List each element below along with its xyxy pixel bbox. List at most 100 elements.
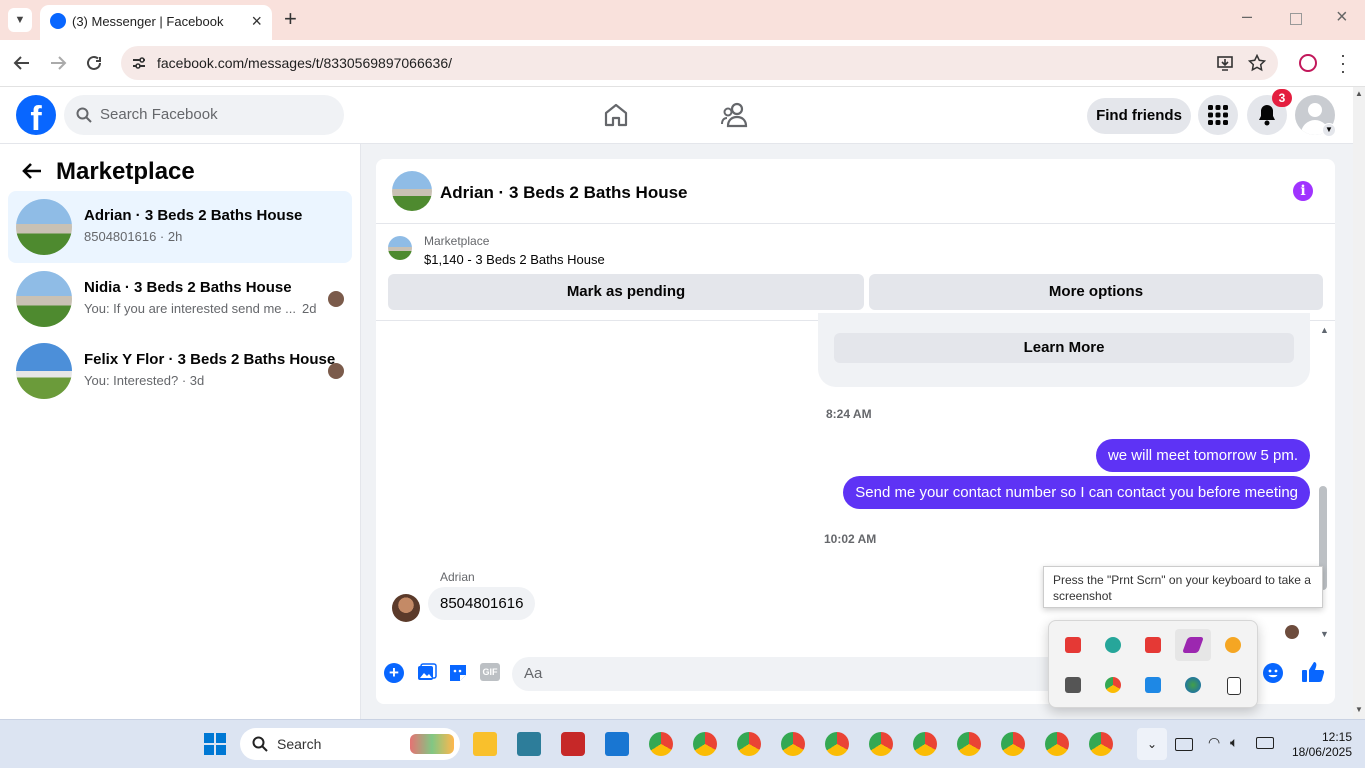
listing-bar: Marketplace $1,140 - 3 Beds 2 Baths Hous… (376, 224, 1335, 321)
scroll-down-icon[interactable]: ▼ (1320, 629, 1329, 639)
facebook-logo-icon[interactable]: f (16, 95, 56, 135)
tab-search-chevron-icon[interactable]: ▼ (8, 8, 32, 32)
usb-icon[interactable] (1227, 677, 1241, 695)
file-explorer-icon[interactable] (473, 732, 497, 756)
cloud-app-icon[interactable] (1225, 637, 1241, 653)
chat-avatar[interactable] (392, 171, 432, 211)
incoming-message[interactable]: 8504801616 (428, 587, 536, 620)
clock-time: 12:15 (1321, 730, 1352, 744)
like-thumb-icon[interactable] (1301, 660, 1325, 684)
tab-close-icon[interactable]: × (251, 11, 262, 32)
conversation-snippet: 8504801616 · 2h (84, 229, 183, 244)
profile-icon[interactable] (1299, 54, 1317, 72)
listing-label: Marketplace (424, 234, 490, 248)
chrome-menu-icon[interactable]: · · · (1340, 46, 1346, 80)
facebook-favicon-icon (50, 13, 66, 29)
address-bar[interactable]: facebook.com/messages/t/8330569897066636… (121, 46, 1278, 80)
conversation-item[interactable]: Adrian · 3 Beds 2 Baths House 8504801616… (8, 191, 352, 263)
video-app-icon[interactable] (561, 732, 585, 756)
sticker-icon[interactable] (448, 663, 468, 683)
page-scrollbar[interactable]: ▲ ▼ (1353, 87, 1365, 719)
browser-tab[interactable]: (3) Messenger | Facebook × (40, 5, 272, 40)
seen-avatar (328, 363, 344, 379)
start-windows-icon[interactable] (204, 733, 226, 755)
chrome-taskbar-icon[interactable] (913, 732, 937, 756)
notification-badge: 3 (1272, 89, 1292, 107)
notepad-icon[interactable] (605, 732, 629, 756)
learn-more-button[interactable]: Learn More (834, 333, 1294, 363)
listing-price[interactable]: $1,140 - 3 Beds 2 Baths House (424, 252, 605, 267)
emoji-icon[interactable] (1263, 663, 1283, 683)
chrome-tray-icon[interactable] (1105, 677, 1121, 693)
menu-grid-button[interactable] (1198, 95, 1238, 135)
search-highlight-icon (410, 734, 454, 754)
chrome-taskbar-icon[interactable] (957, 732, 981, 756)
chrome-taskbar-icon[interactable] (781, 732, 805, 756)
gif-icon[interactable]: GIF (480, 663, 500, 681)
screen-app-icon[interactable] (1145, 637, 1161, 653)
taskbar-clock[interactable]: 12:15 18/06/2025 (1290, 730, 1352, 760)
browser-tab-strip: ▼ (3) Messenger | Facebook × + – × (0, 0, 1365, 40)
message-input-placeholder: Aa (524, 665, 543, 682)
conversation-item[interactable]: Nidia · 3 Beds 2 Baths House You: If you… (8, 263, 352, 335)
sender-name: Adrian (440, 570, 475, 584)
search-icon (252, 736, 268, 752)
conversation-snippet: You: If you are interested send me ... (84, 301, 296, 316)
install-app-icon[interactable] (1216, 54, 1234, 72)
listing-thumbnail (16, 271, 72, 327)
new-tab-icon[interactable]: + (284, 6, 297, 32)
window-close-icon[interactable]: × (1336, 6, 1348, 29)
add-icon[interactable]: + (384, 663, 404, 683)
chrome-taskbar-icon[interactable] (737, 732, 761, 756)
sender-avatar[interactable] (392, 594, 420, 622)
message-timestamp: 10:02 AM (824, 532, 877, 546)
site-settings-icon[interactable] (131, 55, 147, 71)
facebook-search-input[interactable]: Search Facebook (64, 95, 344, 135)
s-app-icon[interactable] (1105, 637, 1121, 653)
account-chevron-icon[interactable]: ▼ (1322, 123, 1336, 137)
chrome-taskbar-icon[interactable] (825, 732, 849, 756)
chat-title[interactable]: Adrian · 3 Beds 2 Baths House (440, 183, 688, 203)
photo-icon[interactable] (417, 663, 437, 683)
clock-date: 18/06/2025 (1291, 745, 1352, 759)
info-icon[interactable]: i (1293, 181, 1313, 201)
outgoing-message[interactable]: Send me your contact number so I can con… (843, 476, 1310, 509)
chrome-taskbar-icon[interactable] (1045, 732, 1069, 756)
remote-desktop-icon[interactable] (517, 732, 541, 756)
outgoing-message[interactable]: we will meet tomorrow 5 pm. (1095, 439, 1310, 472)
forward-icon[interactable] (49, 54, 67, 72)
recorder-app-icon[interactable] (1065, 637, 1081, 653)
chrome-taskbar-icon[interactable] (1001, 732, 1025, 756)
windows-taskbar: Search ⌄ ◠ 🔈︎ 12:15 18/06/2025 (0, 719, 1365, 768)
taskbar-search[interactable]: Search (240, 728, 460, 760)
volume-icon[interactable]: 🔈︎ (1230, 734, 1238, 751)
show-hidden-icons-chevron[interactable]: ⌄ (1137, 728, 1167, 760)
conversation-snippet: You: Interested? · 3d (84, 373, 205, 388)
chrome-taskbar-icon[interactable] (693, 732, 717, 756)
reload-icon[interactable] (85, 54, 103, 72)
keyboard-icon[interactable] (1175, 738, 1193, 751)
scroll-up-icon[interactable]: ▲ (1320, 325, 1329, 335)
tab-title: (3) Messenger | Facebook (72, 14, 224, 29)
chrome-taskbar-icon[interactable] (649, 732, 673, 756)
home-icon[interactable] (603, 102, 629, 128)
battery-icon[interactable] (1256, 737, 1274, 749)
friends-icon[interactable] (721, 102, 749, 128)
chrome-taskbar-icon[interactable] (869, 732, 893, 756)
minimize-icon[interactable]: – (1242, 6, 1252, 27)
back-icon[interactable] (13, 54, 31, 72)
mark-as-pending-button[interactable]: Mark as pending (388, 274, 864, 310)
chrome-taskbar-icon[interactable] (1089, 732, 1113, 756)
bookmark-star-icon[interactable] (1248, 54, 1266, 72)
network-app-icon[interactable] (1145, 677, 1161, 693)
wifi-icon[interactable]: ◠ (1208, 734, 1220, 751)
grid-icon (1208, 105, 1228, 125)
back-arrow-icon[interactable] (22, 162, 42, 180)
conversation-time: 2d (302, 301, 317, 316)
more-options-button[interactable]: More options (869, 274, 1323, 310)
restore-icon[interactable] (1290, 13, 1302, 25)
find-friends-button[interactable]: Find friends (1087, 98, 1191, 134)
conversation-item[interactable]: Felix Y Flor · 3 Beds 2 Baths House You:… (8, 335, 352, 407)
display-app-icon[interactable] (1065, 677, 1081, 693)
globe-app-icon[interactable] (1185, 677, 1201, 693)
